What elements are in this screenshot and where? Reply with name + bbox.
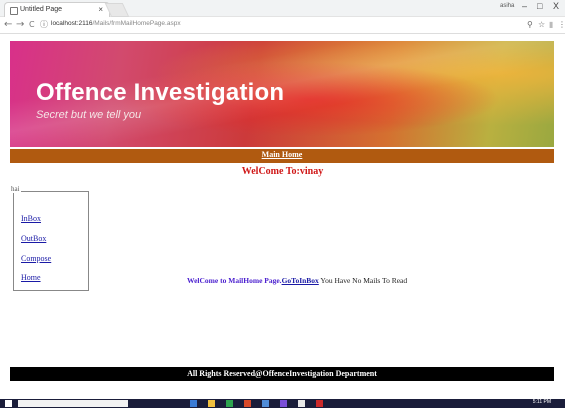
site-title: Offence Investigation	[36, 79, 285, 106]
taskbar-search[interactable]	[18, 400, 128, 407]
goto-inbox-link[interactable]: GoToInBox	[282, 276, 319, 285]
sidebar-link-outbox[interactable]: OutBox	[21, 234, 46, 243]
bookmark-star-icon[interactable]: ☆	[538, 20, 545, 29]
browser-menu-icon[interactable]: ⋮	[558, 20, 565, 29]
minimize-icon[interactable]: –	[522, 1, 527, 11]
taskbar-app-icon[interactable]	[244, 400, 251, 407]
zoom-icon[interactable]: ⚲	[527, 20, 533, 29]
site-banner: Offence Investigation Secret but we tell…	[10, 41, 554, 147]
tab-title: Untitled Page	[20, 6, 63, 13]
address-bar: ← → C ⓘ localhost:2116/Mails/frmMailHome…	[0, 17, 565, 34]
start-icon[interactable]	[5, 400, 12, 407]
window-close-icon[interactable]: X	[553, 1, 559, 11]
sidebar-link-inbox[interactable]: InBox	[21, 214, 41, 223]
reload-icon[interactable]: C	[29, 20, 35, 29]
url-field[interactable]: ⓘ localhost:2116/Mails/frmMailHomePage.a…	[40, 19, 520, 30]
url-host: localhost:2116	[51, 20, 93, 27]
page-footer: All Rights Reserved@OffenceInvestigation…	[10, 367, 554, 381]
site-info-icon[interactable]: ⓘ	[40, 19, 48, 30]
taskbar-app-icon[interactable]	[190, 400, 197, 407]
taskbar-app-icon[interactable]	[226, 400, 233, 407]
taskbar-app-icon[interactable]	[262, 400, 269, 407]
url-path: /Mails/frmMailHomePage.aspx	[92, 20, 181, 27]
extension-icon[interactable]: ▮	[549, 20, 553, 29]
sidebar-link-home[interactable]: Home	[21, 273, 41, 282]
taskbar-app-icon[interactable]	[208, 400, 215, 407]
mail-status-prefix: WelCome to MailHome Page.	[187, 276, 282, 285]
welcome-message: WelCome To:vinay	[241, 166, 324, 177]
forward-icon[interactable]: →	[16, 19, 24, 30]
mail-status-suffix: You Have No Mails To Read	[318, 276, 408, 285]
back-icon[interactable]: ←	[4, 19, 12, 30]
sidebar-legend: hai	[10, 185, 21, 193]
main-menu-bar: Main Home	[10, 147, 554, 163]
tab-close-icon[interactable]: ×	[98, 5, 103, 14]
main-home-link[interactable]: Main Home	[10, 150, 554, 159]
window-user-label: asiha	[500, 3, 515, 9]
page-favicon-icon	[10, 7, 18, 15]
taskbar-app-icon[interactable]	[298, 400, 305, 407]
footer-copyright: All Rights Reserved@OffenceInvestigation…	[187, 369, 377, 378]
sidebar-link-compose[interactable]: Compose	[21, 254, 51, 263]
maximize-icon[interactable]: □	[537, 1, 542, 11]
taskbar-app-icon[interactable]	[316, 400, 323, 407]
site-tagline: Secret but we tell you	[36, 109, 142, 121]
browser-tab[interactable]: Untitled Page ×	[4, 2, 110, 17]
taskbar-clock: 5:11 PM	[532, 399, 551, 405]
mail-status: WelCome to MailHome Page.GoToInBox You H…	[187, 276, 407, 285]
taskbar-app-icon[interactable]	[280, 400, 287, 407]
url-text: localhost:2116/Mails/frmMailHomePage.asp…	[51, 20, 181, 27]
browser-titlebar: Untitled Page × asiha – □ X	[0, 0, 565, 17]
os-taskbar: 5:11 PM	[0, 399, 565, 408]
